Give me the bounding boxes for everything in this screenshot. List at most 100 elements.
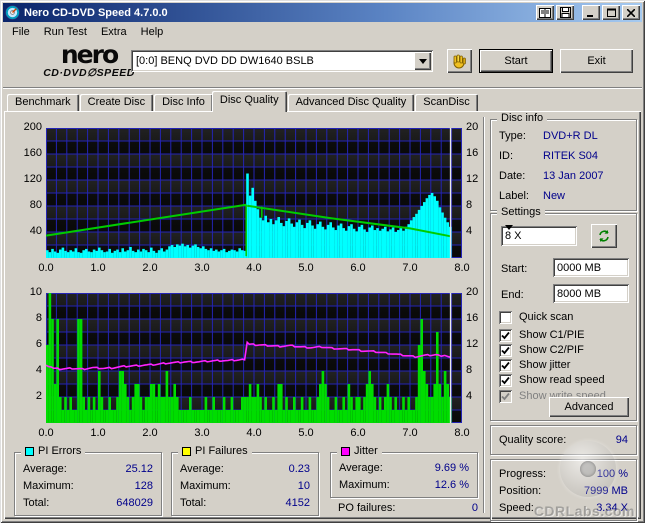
window-title: Nero CD-DVD Speed 4.7.0.0 (24, 7, 534, 19)
speed-label: Speed: (499, 502, 534, 516)
tab-benchmark[interactable]: Benchmark (7, 94, 79, 112)
scan-speed-dropdown-button[interactable] (505, 230, 513, 242)
axis-tick-label: 200 (8, 121, 42, 133)
pi-errors-stats-box: PI Errors Average:25.12 Maximum:128 Tota… (14, 452, 162, 516)
menu-file[interactable]: File (5, 24, 37, 40)
axis-tick-label: 7.0 (395, 262, 425, 274)
show-c2-pif-checkbox[interactable]: Show C2/PIF (499, 343, 584, 357)
book-icon (539, 8, 551, 18)
checkbox-label: Quick scan (519, 311, 573, 323)
disc-type-value: DVD+R DL (543, 130, 598, 142)
axis-tick-label: 4.0 (239, 427, 269, 439)
show-jitter-checkbox[interactable]: Show jitter (499, 358, 570, 372)
pi_failures_chart-svg (46, 293, 462, 423)
disc-quality-page: 2001601208040201612840.01.02.03.04.05.06… (4, 111, 641, 519)
eject-button[interactable] (447, 49, 472, 73)
stat-value: 10 (298, 480, 310, 494)
pi-failures-chart (46, 293, 462, 423)
minimize-icon (587, 9, 595, 17)
maximize-icon (607, 8, 616, 17)
axis-tick-label: 80 (8, 199, 42, 211)
quality-score-label: Quality score: (499, 434, 566, 448)
po-failures-value: 0 (472, 502, 478, 516)
pi-errors-chart (46, 128, 462, 258)
axis-tick-label: 4 (466, 225, 472, 237)
save-button[interactable] (556, 5, 574, 20)
checkbox-label: Show read speed (519, 374, 605, 386)
axis-tick-label: 12 (466, 173, 478, 185)
report-button[interactable] (536, 5, 554, 20)
disc-label-value: New (543, 190, 565, 202)
start-button-label: Start (504, 55, 527, 67)
tab-create-disc[interactable]: Create Disc (80, 94, 153, 112)
watermark-disc-hole (580, 461, 596, 477)
tab-scandisc[interactable]: ScanDisc (415, 94, 477, 112)
exit-button[interactable]: Exit (560, 49, 633, 73)
drive-selector-dropdown-button[interactable] (414, 52, 431, 70)
stat-value: 128 (135, 480, 153, 494)
disc-id-value: RITEK S04 (543, 150, 598, 162)
checkbox-icon (499, 390, 512, 403)
axis-tick-label: 7.0 (395, 427, 425, 439)
checkbox-icon (499, 311, 512, 324)
quick-scan-checkbox[interactable]: Quick scan (499, 310, 573, 324)
refresh-button[interactable] (591, 224, 617, 248)
axis-tick-label: 20 (466, 121, 478, 133)
jitter-legend: Jitter (337, 445, 382, 457)
tab-disc-info[interactable]: Disc Info (154, 94, 213, 112)
stat-label: Maximum: (339, 479, 390, 493)
axis-tick-label: 3.0 (187, 427, 217, 439)
stat-value: 12.6 % (435, 479, 469, 493)
po-failures-label: PO failures: (338, 502, 395, 516)
pi-failures-legend-label: PI Failures (195, 445, 248, 457)
axis-tick-label: 120 (8, 173, 42, 185)
minimize-button[interactable] (582, 5, 600, 20)
menu-help[interactable]: Help (134, 24, 171, 40)
disc-info-label: ID: (499, 150, 513, 164)
advanced-button[interactable]: Advanced (549, 397, 629, 417)
pi-errors-legend-label: PI Errors (38, 445, 81, 457)
disc-info-box: Disc info Type:DVD+R DL ID:RITEK S04 Dat… (490, 119, 637, 211)
start-position-input[interactable]: 0000 MB (553, 258, 629, 277)
show-c1-pie-checkbox[interactable]: Show C1/PIE (499, 328, 584, 342)
disc-info-legend: Disc info (497, 112, 547, 124)
menu-run-test[interactable]: Run Test (37, 24, 94, 40)
end-position-input[interactable]: 8000 MB (553, 284, 629, 303)
axis-tick-label: 16 (466, 312, 478, 324)
axis-tick-label: 2 (8, 390, 42, 402)
stat-label: Average: (180, 463, 224, 477)
axis-tick-label: 8 (466, 199, 472, 211)
tab-advanced-disc-quality[interactable]: Advanced Disc Quality (288, 94, 415, 112)
app-icon (5, 5, 20, 20)
chevron-down-icon (505, 225, 513, 242)
pi-failures-stats-box: PI Failures Average:0.23 Maximum:10 Tota… (171, 452, 319, 516)
show-read-speed-checkbox[interactable]: Show read speed (499, 373, 605, 387)
pi-errors-legend: PI Errors (21, 445, 85, 457)
menu-extra[interactable]: Extra (94, 24, 134, 40)
axis-tick-label: 160 (8, 147, 42, 159)
stat-label: Total: (23, 497, 49, 511)
tab-disc-quality[interactable]: Disc Quality (212, 91, 287, 112)
stat-label: Maximum: (180, 480, 231, 494)
exit-button-label: Exit (587, 55, 605, 67)
stat-value: 0.23 (289, 463, 310, 477)
drive-selector[interactable]: [0:0] BENQ DVD DD DW1640 BSLB (131, 50, 433, 72)
close-button[interactable] (622, 5, 640, 20)
jitter-legend-label: Jitter (354, 445, 378, 457)
toolbar-separator (3, 87, 642, 89)
axis-tick-label: 4 (8, 364, 42, 376)
maximize-button[interactable] (602, 5, 620, 20)
start-button[interactable]: Start (479, 49, 553, 73)
axis-tick-label: 1.0 (83, 262, 113, 274)
checkbox-label: Show C2/PIF (519, 344, 584, 356)
position-label: Position: (499, 485, 541, 499)
title-bar[interactable]: Nero CD-DVD Speed 4.7.0.0 (3, 3, 642, 22)
progress-label: Progress: (499, 468, 546, 482)
axis-tick-label: 12 (466, 338, 478, 350)
checkbox-icon (499, 359, 512, 372)
stat-value: 25.12 (125, 463, 153, 477)
advanced-button-label: Advanced (565, 401, 614, 413)
hand-icon (451, 53, 468, 70)
quality-score-box: Quality score:94 (490, 425, 637, 455)
scan-speed-select[interactable]: 8 X (501, 226, 577, 246)
